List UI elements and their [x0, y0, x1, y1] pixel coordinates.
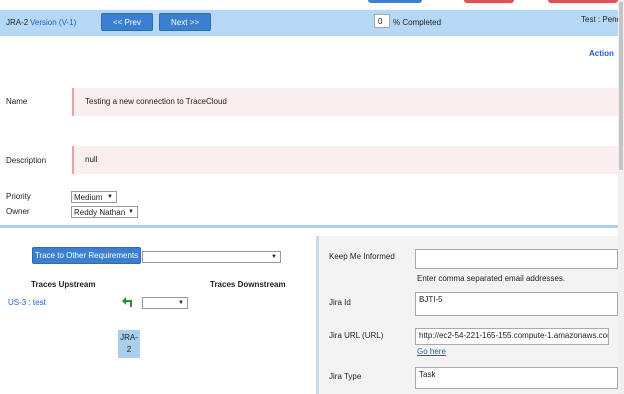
top-button-red-1[interactable]	[464, 0, 514, 3]
go-here-link[interactable]: Go here	[417, 347, 446, 356]
description-label: Description	[6, 156, 47, 165]
owner-label: Owner	[6, 207, 30, 216]
owner-value: Reddy Nathan	[74, 208, 126, 217]
priority-value: Medium	[74, 193, 103, 202]
jira-type-input[interactable]: Task	[415, 367, 618, 389]
chevron-down-icon: ▼	[107, 194, 113, 200]
test-status: Test : Pend	[581, 15, 622, 24]
prev-button[interactable]: << Prev	[101, 13, 153, 31]
next-button[interactable]: Next >>	[159, 13, 211, 31]
priority-label: Priority	[6, 192, 31, 201]
trace-arrow-icon[interactable]	[122, 294, 134, 308]
traces-downstream-header: Traces Downstream	[210, 280, 286, 289]
jira-id-input[interactable]: BJTI-5	[415, 292, 618, 316]
keep-informed-label: Keep Me Informed	[329, 252, 395, 261]
priority-select[interactable]: Medium ▼	[71, 191, 117, 203]
trace-to-other-requirements-button[interactable]: Trace to Other Requirements	[32, 247, 141, 264]
section-divider	[0, 225, 618, 228]
name-field[interactable]: Testing a new connection to TraceCloud	[72, 88, 618, 116]
action-link[interactable]: Action	[589, 49, 614, 58]
current-requirement-line1: JRA-	[120, 333, 138, 342]
downstream-select[interactable]: ▼	[142, 297, 188, 309]
jira-key: JRA-2	[6, 18, 29, 27]
jira-type-label: Jira Type	[329, 372, 362, 381]
jira-id-label: Jira Id	[329, 298, 351, 307]
description-field[interactable]: null	[72, 146, 618, 174]
keep-informed-input[interactable]	[415, 249, 618, 269]
jira-url-input[interactable]: http://ec2-54-221-165-155.compute-1.amaz…	[415, 328, 609, 345]
name-label: Name	[6, 97, 28, 106]
version-link[interactable]: Version (V-1)	[30, 18, 76, 27]
jira-url-label: Jira URL (URL)	[329, 331, 384, 340]
description-value: null	[85, 155, 98, 164]
upstream-item-link[interactable]: US-3 : test	[8, 298, 46, 307]
chevron-down-icon: ▼	[128, 209, 134, 215]
current-requirement-box[interactable]: JRA- 2	[118, 330, 140, 358]
traces-upstream-header: Traces Upstream	[31, 280, 96, 289]
keep-informed-hint: Enter comma separated email addresses.	[417, 274, 566, 283]
current-requirement-line2: 2	[126, 345, 132, 354]
owner-select[interactable]: Reddy Nathan ▼	[71, 206, 138, 218]
percent-complete-label: % Completed	[393, 18, 442, 27]
scrollbar-thumb[interactable]	[619, 2, 623, 170]
name-value: Testing a new connection to TraceCloud	[85, 97, 227, 106]
top-button-red-2[interactable]	[548, 0, 618, 3]
top-button-blue[interactable]	[368, 0, 422, 3]
chevron-down-icon: ▼	[178, 300, 184, 306]
requirement-header-bar: JRA-2 Version (V-1) << Prev Next >> 0 % …	[0, 10, 622, 36]
percent-complete-input[interactable]: 0	[374, 14, 390, 28]
trace-select[interactable]: ▼	[142, 251, 281, 263]
chevron-down-icon: ▼	[271, 254, 277, 260]
